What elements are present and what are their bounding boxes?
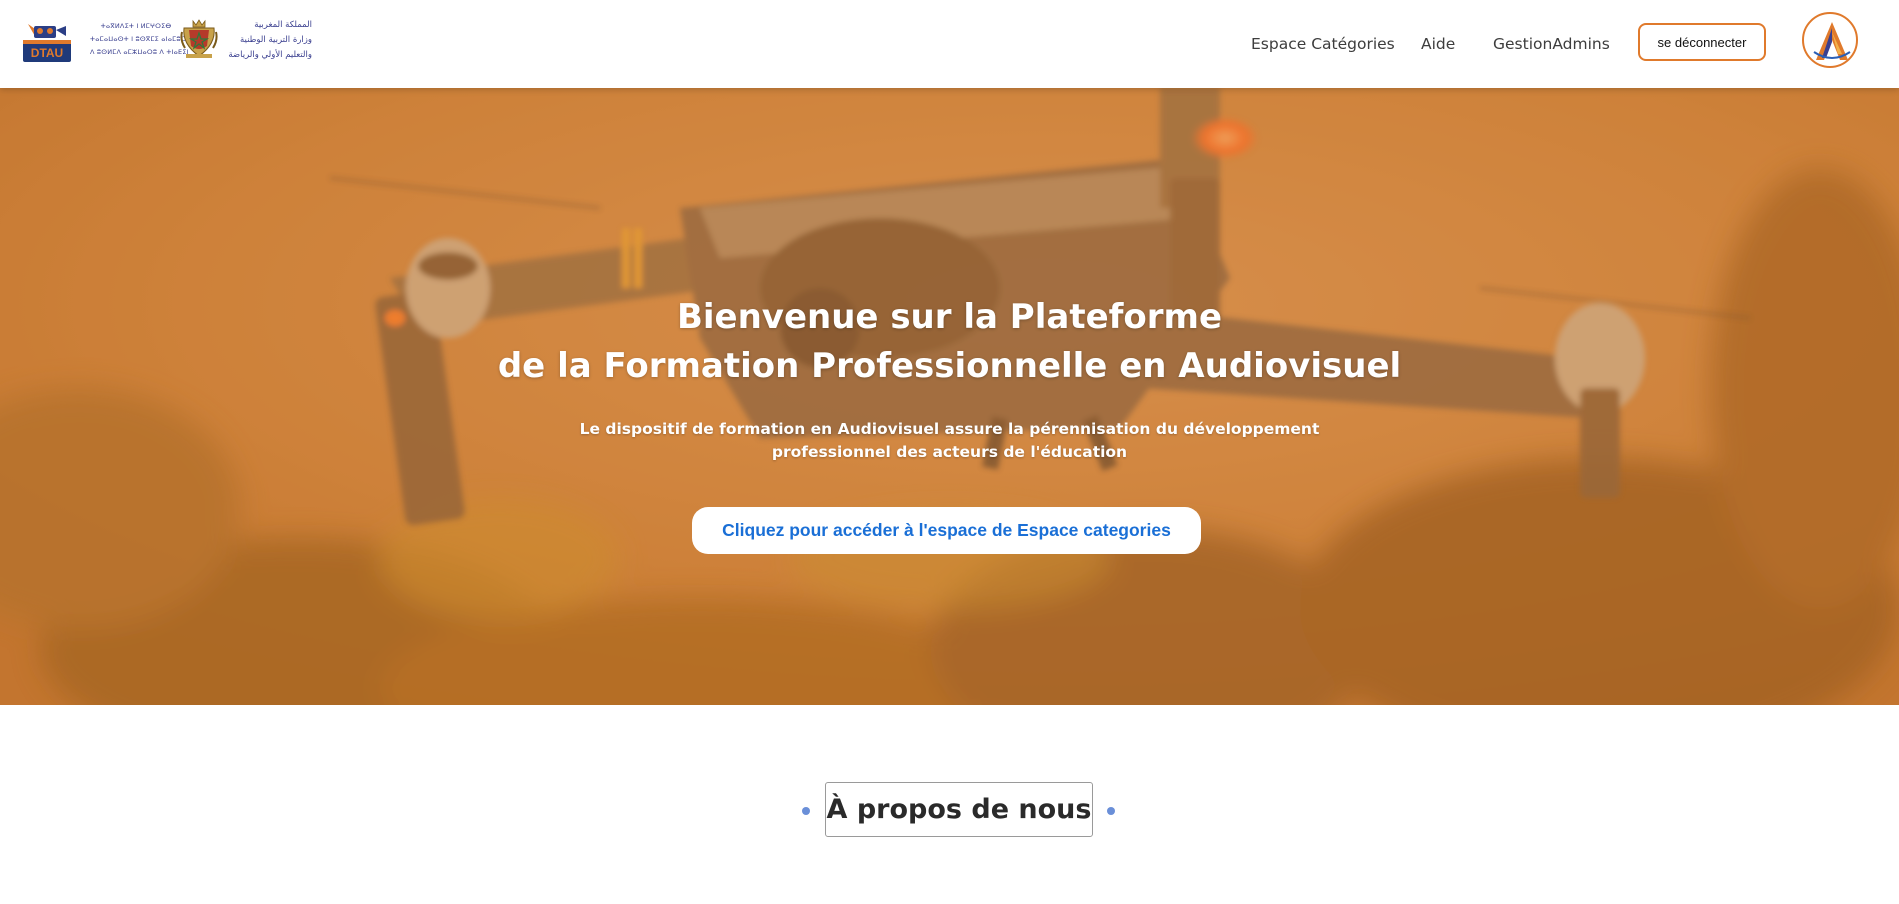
hero-subtitle-line2: professionnel des acteurs de l'éducation [771, 443, 1128, 461]
left-bullet-dot [802, 807, 810, 815]
hero-subtitle-line1: Le dispositif de formation en Audiovisue… [579, 420, 1320, 438]
hero-title: Bienvenue sur la Plateforme de la Format… [0, 293, 1899, 391]
right-bullet-dot [1107, 807, 1115, 815]
top-navbar: DTAU ⵜⴰⴳⵍⴷⵉⵜ ⵏ ⵍⵎⵖⵔⵉⴱ ⵜⴰⵎⴰⵡⴰⵙⵜ ⵏ ⵓⵙⴳⵎⵉ ⴰ… [0, 0, 1899, 88]
about-section: À propos de nous [0, 782, 1899, 838]
hero-title-line2: de la Formation Professionnelle en Audio… [497, 346, 1402, 386]
access-categories-button[interactable]: Cliquez pour accéder à l'espace de Espac… [692, 507, 1201, 554]
hero-section: Bienvenue sur la Plateforme de la Format… [0, 88, 1899, 705]
nav-gestion-admins[interactable]: GestionAdmins [1493, 35, 1610, 53]
hero-subtitle: Le dispositif de formation en Audiovisue… [0, 418, 1899, 464]
logout-button[interactable]: se déconnecter [1638, 23, 1766, 61]
nav-aide[interactable]: Aide [1421, 35, 1455, 53]
hero-title-line1: Bienvenue sur la Plateforme [676, 297, 1223, 337]
hero-content: Bienvenue sur la Plateforme de la Format… [0, 88, 1899, 705]
about-heading: À propos de nous [825, 782, 1093, 837]
nav-espace-categories[interactable]: Espace Catégories [1251, 35, 1395, 53]
main-nav: Espace Catégories Aide GestionAdmins [0, 0, 1899, 88]
user-avatar[interactable] [1802, 12, 1858, 68]
